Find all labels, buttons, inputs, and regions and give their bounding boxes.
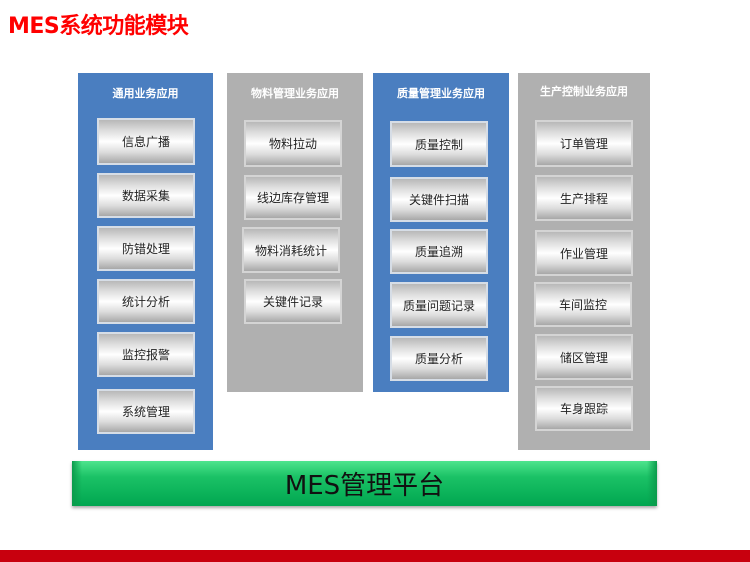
module-lineside-inventory[interactable]: 线边库存管理 [244,175,342,220]
module-material-consumption[interactable]: 物料消耗统计 [242,227,340,273]
panel-material: 物料管理业务应用 物料拉动 线边库存管理 物料消耗统计 关键件记录 [227,73,363,392]
module-body-tracking[interactable]: 车身跟踪 [535,386,633,431]
panel-title: 生产控制业务应用 [540,85,628,98]
page-title: MES系统功能模块 [8,14,189,39]
module-quality-issue-record[interactable]: 质量问题记录 [390,282,488,328]
module-quality-trace[interactable]: 质量追溯 [390,229,488,274]
mes-platform-bar: MES管理平台 [72,461,657,506]
module-statistics-analysis[interactable]: 统计分析 [97,279,195,324]
panel-title: 物料管理业务应用 [251,87,339,100]
module-workshop-monitoring[interactable]: 车间监控 [534,282,632,327]
module-production-scheduling[interactable]: 生产排程 [535,175,633,221]
panel-quality: 质量管理业务应用 质量控制 关键件扫描 质量追溯 质量问题记录 质量分析 [373,73,509,392]
module-key-part-scan[interactable]: 关键件扫描 [390,177,488,222]
module-monitoring-alarm[interactable]: 监控报警 [97,332,195,377]
module-storage-management[interactable]: 储区管理 [535,334,633,380]
module-info-broadcast[interactable]: 信息广播 [97,118,195,165]
module-error-proofing[interactable]: 防错处理 [97,226,195,271]
module-order-management[interactable]: 订单管理 [535,120,633,167]
module-system-management[interactable]: 系统管理 [97,389,195,434]
panel-production: 生产控制业务应用 订单管理 生产排程 作业管理 车间监控 储区管理 车身跟踪 [518,73,650,450]
panel-title: 质量管理业务应用 [397,87,485,100]
panel-title: 通用业务应用 [112,87,179,100]
module-key-part-record[interactable]: 关键件记录 [244,279,342,324]
module-data-collection[interactable]: 数据采集 [97,173,195,218]
module-operation-management[interactable]: 作业管理 [535,230,633,276]
panel-general: 通用业务应用 信息广播 数据采集 防错处理 统计分析 监控报警 系统管理 [78,73,213,450]
module-quality-analysis[interactable]: 质量分析 [390,336,488,381]
module-quality-control[interactable]: 质量控制 [390,121,488,167]
module-material-pull[interactable]: 物料拉动 [244,120,342,167]
footer-bar [0,550,750,562]
